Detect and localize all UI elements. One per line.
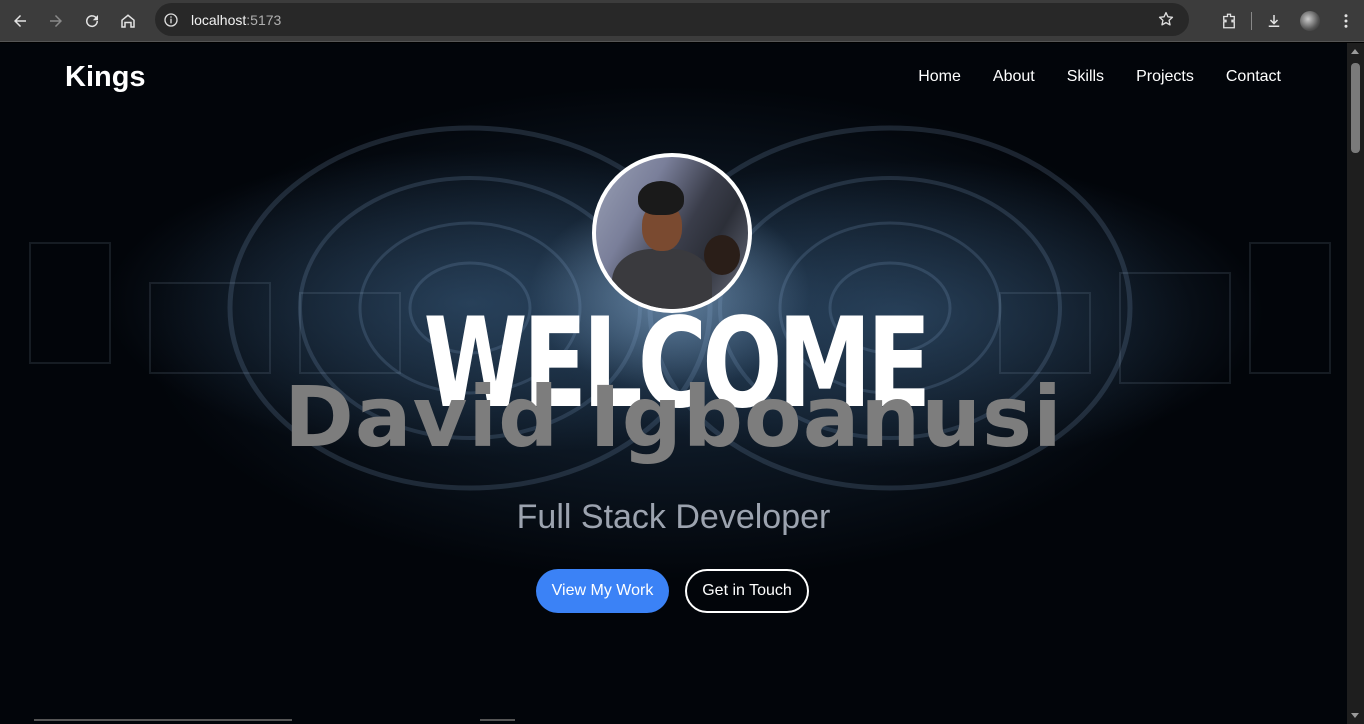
forward-icon[interactable] <box>38 3 74 39</box>
page-viewport: Kings Home About Skills Projects Contact… <box>0 43 1347 724</box>
address-bar[interactable]: localhost:5173 <box>155 3 1189 36</box>
nav-contact[interactable]: Contact <box>1226 68 1281 86</box>
hero-tagline: Full Stack Developer <box>516 498 831 536</box>
back-icon[interactable] <box>2 3 38 39</box>
more-menu-icon[interactable] <box>1328 3 1364 39</box>
nav-about[interactable]: About <box>993 68 1035 86</box>
profile-avatar-icon[interactable] <box>1292 3 1328 39</box>
scroll-up-arrow-icon[interactable] <box>1351 49 1359 54</box>
view-my-work-button[interactable]: View My Work <box>536 569 669 613</box>
vertical-scrollbar[interactable] <box>1347 43 1364 724</box>
download-icon[interactable] <box>1256 3 1292 39</box>
nav-projects[interactable]: Projects <box>1136 68 1194 86</box>
scroll-down-arrow-icon[interactable] <box>1351 713 1359 718</box>
horizontal-scroll-indicator-2 <box>480 719 515 721</box>
reload-icon[interactable] <box>74 3 110 39</box>
bookmark-star-icon[interactable] <box>1157 10 1175 28</box>
url-port: :5173 <box>246 11 282 28</box>
scrollbar-thumb[interactable] <box>1351 63 1360 153</box>
nav-home[interactable]: Home <box>918 68 961 86</box>
browser-toolbar: localhost:5173 <box>0 0 1364 42</box>
hero-name: David Igboanusi <box>284 368 1063 466</box>
url-host: localhost <box>191 11 247 28</box>
profile-photo <box>592 153 752 313</box>
site-info-icon[interactable] <box>163 12 179 28</box>
nav-skills[interactable]: Skills <box>1067 68 1104 86</box>
main-nav: Home About Skills Projects Contact <box>918 68 1281 86</box>
url-text: localhost:5173 <box>191 12 281 28</box>
toolbar-separator <box>1251 12 1252 30</box>
home-icon[interactable] <box>110 3 146 39</box>
extensions-icon[interactable] <box>1211 3 1247 39</box>
brand-logo[interactable]: Kings <box>65 61 146 94</box>
get-in-touch-button[interactable]: Get in Touch <box>685 569 809 613</box>
horizontal-scroll-indicator <box>34 719 292 721</box>
